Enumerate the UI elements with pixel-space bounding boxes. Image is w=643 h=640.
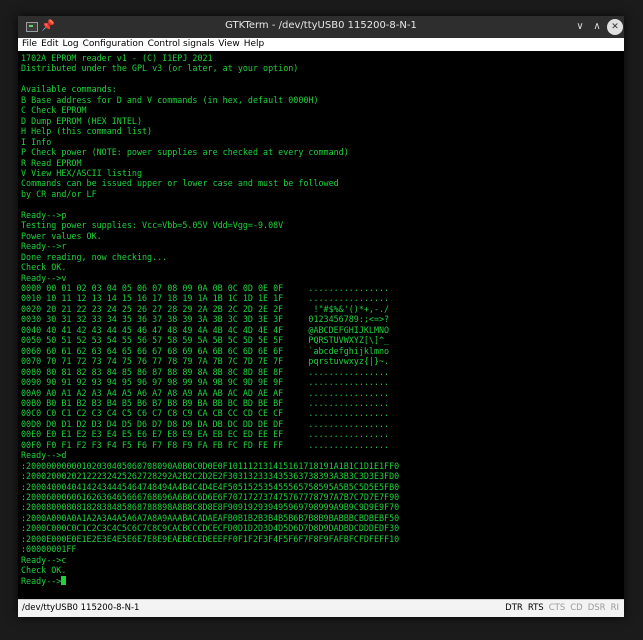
- terminal-line: 0010 10 11 12 13 14 15 16 17 18 19 1A 1B…: [21, 293, 390, 304]
- terminal-line: 00A0 A0 A1 A2 A3 A4 A5 A6 A7 A8 A9 AA AB…: [21, 387, 390, 398]
- terminal-line: 00F0 F0 F1 F2 F3 F4 F5 F6 F7 F8 F9 FA FB…: [21, 439, 390, 450]
- terminal-line: by CR and/or LF: [21, 188, 97, 199]
- terminal-line: Ready-->c: [21, 554, 67, 565]
- terminal-line: R Read EPROM: [21, 157, 82, 168]
- menu-file[interactable]: File: [22, 38, 37, 51]
- terminal-line: 1702A EPROM reader v1 - (C) I1EPJ 2021: [21, 53, 213, 63]
- terminal-line: Power values OK.: [21, 230, 102, 241]
- terminal-line: H Help (this command list): [21, 126, 153, 137]
- port-settings: /dev/ttyUSB0 115200-8-N-1: [22, 603, 140, 613]
- control-signals: DTR RTS CTS CD DSR RI: [505, 603, 619, 613]
- maximize-icon[interactable]: ∧: [589, 19, 605, 35]
- terminal-line: 00E0 E0 E1 E2 E3 E4 E5 E6 E7 E8 E9 EA EB…: [21, 429, 390, 440]
- terminal-line: :20006000606162636465666768696A6B6C6D6E6…: [21, 492, 400, 503]
- terminal-line: C Check EPROM: [21, 105, 87, 116]
- terminal-line: 0020 20 21 22 23 24 25 26 27 28 29 2A 2B…: [21, 303, 390, 314]
- terminal-line: 0080 80 81 82 83 84 85 86 87 88 89 8A 8B…: [21, 366, 390, 377]
- terminal-line: Ready-->p: [21, 209, 67, 220]
- menu-bar: File Edit Log Configuration Control sign…: [18, 38, 624, 51]
- terminal-line: :2000A000A0A1A2A3A4A5A6A7A8A9AAABACADAEA…: [21, 512, 400, 523]
- terminal-line: 0090 90 91 92 93 94 95 96 97 98 99 9A 9B…: [21, 377, 390, 388]
- terminal-line: Testing power supplies: Vcc=Vbb=5.05V Vd…: [21, 220, 284, 231]
- terminal-line: :20002000202122232425262728292A2B2C2D2E2…: [21, 471, 400, 482]
- terminal-line: Distributed under the GPL v3 (or later, …: [21, 63, 299, 74]
- menu-help[interactable]: Help: [244, 38, 265, 51]
- signal-dsr: DSR: [587, 603, 606, 613]
- status-bar: /dev/ttyUSB0 115200-8-N-1 DTR RTS CTS CD…: [18, 599, 624, 617]
- terminal-line: I Info: [21, 136, 52, 147]
- menu-view[interactable]: View: [218, 38, 239, 51]
- menu-log[interactable]: Log: [63, 38, 79, 51]
- window-title: GTKTerm - /dev/ttyUSB0 115200-8-N-1: [225, 20, 417, 31]
- terminal-line: Ready-->: [21, 575, 62, 586]
- text-cursor: [61, 575, 67, 585]
- terminal-line: 0050 50 51 52 53 54 55 56 57 58 59 5A 5B…: [21, 335, 390, 346]
- terminal-line: B Base address for D and V commands (in …: [21, 94, 319, 105]
- title-bar[interactable]: 📌 GTKTerm - /dev/ttyUSB0 115200-8-N-1 ∨ …: [18, 16, 624, 38]
- terminal-line: Ready-->r: [21, 241, 67, 252]
- signal-rts: RTS: [527, 603, 544, 613]
- terminal-line: Ready-->v: [21, 272, 67, 283]
- terminal-line: 00D0 D0 D1 D2 D3 D4 D5 D6 D7 D8 D9 DA DB…: [21, 418, 390, 429]
- terminal-output: 1702A EPROM reader v1 - (C) I1EPJ 2021 D…: [18, 53, 624, 586]
- terminal-line: P Check power (NOTE: power supplies are …: [21, 147, 349, 158]
- menu-edit[interactable]: Edit: [41, 38, 58, 51]
- terminal-line: 00C0 C0 C1 C2 C3 C4 C5 C6 C7 C8 C9 CA CB…: [21, 408, 390, 419]
- terminal-line: :2000C000C0C1C2C3C4C5C6C7C8C9CACBCCCDCEC…: [21, 523, 400, 534]
- terminal-line: D Dump EPROM (HEX INTEL): [21, 115, 143, 126]
- terminal-line: :20000000000102030405060708090A0B0C0D0E0…: [21, 460, 400, 471]
- terminal-line: Ready-->d: [21, 450, 67, 461]
- close-icon[interactable]: ✕: [607, 19, 623, 35]
- minimize-icon[interactable]: ∨: [572, 19, 588, 35]
- signal-cts: CTS: [548, 603, 566, 613]
- terminal-area[interactable]: 1702A EPROM reader v1 - (C) I1EPJ 2021 D…: [18, 53, 624, 599]
- terminal-line: 0030 30 31 32 33 34 35 36 37 38 39 3A 3B…: [21, 314, 390, 325]
- signal-dtr: DTR: [505, 603, 523, 613]
- terminal-line: :2000E000E0E1E2E3E4E5E6E7E8E9EAEBECEDEEE…: [21, 533, 400, 544]
- terminal-line: 0060 60 61 62 63 64 65 66 67 68 69 6A 6B…: [21, 345, 390, 356]
- signal-cd: CD: [570, 603, 583, 613]
- gtkterm-window: 📌 GTKTerm - /dev/ttyUSB0 115200-8-N-1 ∨ …: [18, 16, 624, 617]
- terminal-line: 0000 00 01 02 03 04 05 06 07 08 09 0A 0B…: [21, 282, 390, 293]
- terminal-line: Check OK.: [21, 565, 67, 576]
- terminal-line: :20008000808182838485868788898A8B8C8D8E8…: [21, 502, 400, 513]
- terminal-line: 0070 70 71 72 73 74 75 76 77 78 79 7A 7B…: [21, 356, 390, 367]
- signal-ri: RI: [610, 603, 619, 613]
- terminal-line: :20004000404142434445464748494A4B4C4D4E4…: [21, 481, 400, 492]
- terminal-line: 00B0 B0 B1 B2 B3 B4 B5 B6 B7 B8 B9 BA BB…: [21, 397, 390, 408]
- terminal-line: V View HEX/ASCII listing: [21, 167, 143, 178]
- terminal-line: :00000001FF: [21, 544, 77, 555]
- menu-control-signals[interactable]: Control signals: [148, 38, 215, 51]
- menu-configuration[interactable]: Configuration: [83, 38, 144, 51]
- terminal-line: Check OK.: [21, 262, 67, 273]
- terminal-line: 0040 40 41 42 43 44 45 46 47 48 49 4A 4B…: [21, 324, 390, 335]
- terminal-line: Done reading, now checking...: [21, 251, 168, 262]
- terminal-line: Commands can be issued upper or lower ca…: [21, 178, 339, 189]
- terminal-line: Available commands:: [21, 84, 117, 95]
